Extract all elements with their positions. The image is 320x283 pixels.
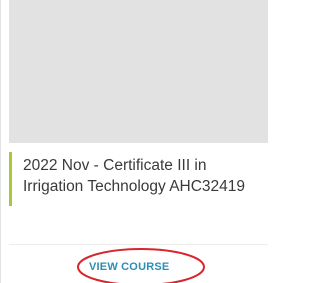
card-divider	[9, 244, 268, 245]
course-title-block: 2022 Nov - Certificate III in Irrigation…	[9, 152, 268, 206]
title-accent-bar	[9, 152, 12, 206]
course-title: 2022 Nov - Certificate III in Irrigation…	[23, 157, 246, 195]
view-course-button[interactable]: VIEW COURSE	[89, 261, 189, 275]
course-image-placeholder	[9, 0, 268, 143]
page: 2022 Nov - Certificate III in Irrigation…	[0, 0, 268, 283]
course-card: 2022 Nov - Certificate III in Irrigation…	[0, 0, 268, 283]
